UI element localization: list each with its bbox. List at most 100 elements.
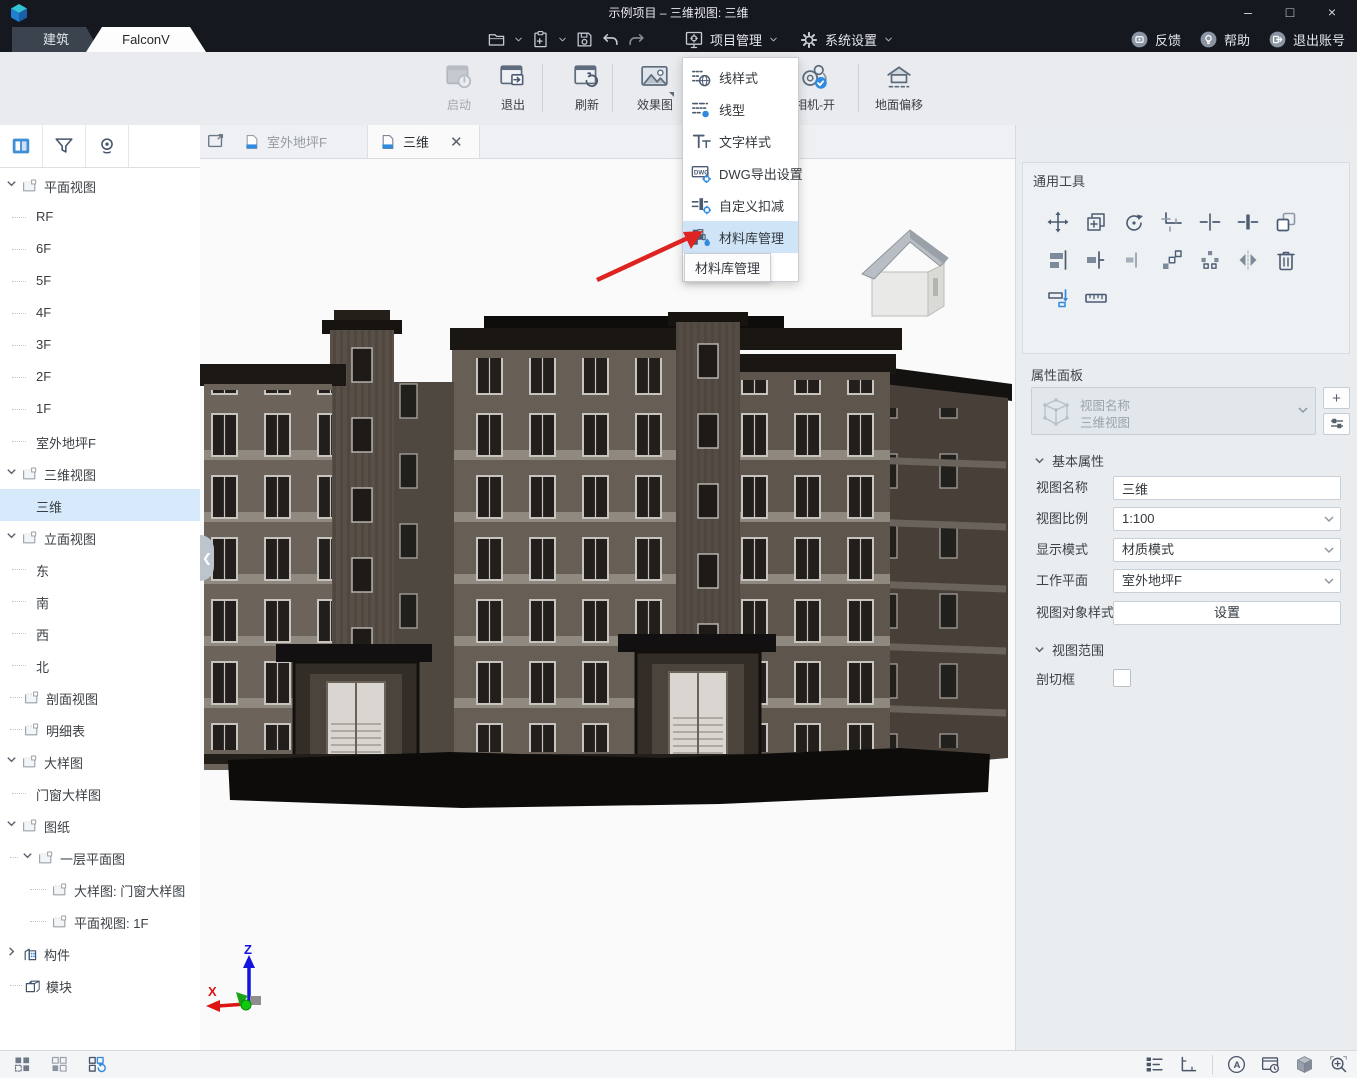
grid-refresh-button[interactable] xyxy=(86,1054,107,1075)
chevron-down-icon[interactable] xyxy=(6,530,17,541)
view-scale-select[interactable]: 1:100 xyxy=(1113,507,1341,531)
menu-item-自定义扣减[interactable]: 自定义扣减 xyxy=(683,189,798,221)
toolbar-ground-offset-button[interactable]: 地面偏移 xyxy=(868,60,930,118)
chevron-down-icon[interactable] xyxy=(6,466,17,477)
tree-item-立面视图[interactable]: 立面视图 xyxy=(0,521,200,553)
tool-trash-button[interactable] xyxy=(1267,241,1305,279)
open-folder-button[interactable] xyxy=(487,30,506,49)
tree-item-6F[interactable]: 6F xyxy=(0,233,200,265)
status-layers-list-button[interactable] xyxy=(1144,1054,1165,1075)
float-view-icon[interactable] xyxy=(206,131,226,151)
chevron-down-icon[interactable] xyxy=(6,178,17,189)
feedback-button[interactable]: 反馈 xyxy=(1130,30,1181,49)
help-button[interactable]: 帮助 xyxy=(1199,30,1250,49)
paste-clipboard-button[interactable] xyxy=(531,30,550,49)
grid-select-button[interactable] xyxy=(12,1054,33,1075)
tool-mirror-button[interactable] xyxy=(1229,241,1267,279)
model-viewport[interactable]: Z X xyxy=(200,158,1015,1050)
tree-item-4F[interactable]: 4F xyxy=(0,297,200,329)
tab-falconv[interactable]: FalconV xyxy=(86,27,206,52)
tool-copy-button[interactable] xyxy=(1077,203,1115,241)
sidebar-collapse-handle[interactable]: ❮ xyxy=(200,535,214,581)
tree-item-东[interactable]: 东 xyxy=(0,553,200,585)
view-tab-site[interactable]: 室外地坪F xyxy=(232,125,368,158)
filter-properties-button[interactable] xyxy=(1323,413,1350,435)
display-mode-select[interactable]: 材质模式 xyxy=(1113,538,1341,562)
menu-item-DWG导出设置[interactable]: DWGDWG导出设置 xyxy=(683,157,798,189)
object-style-settings-button[interactable]: 设置 xyxy=(1113,601,1341,625)
status-circle-a-button[interactable]: A xyxy=(1226,1054,1247,1075)
tool-array-diag-button[interactable] xyxy=(1153,241,1191,279)
section-box-checkbox[interactable] xyxy=(1113,669,1131,687)
tree-item-图纸[interactable]: 图纸 xyxy=(0,809,200,841)
add-property-button[interactable]: + xyxy=(1323,387,1350,409)
chevron-down-icon[interactable] xyxy=(22,850,33,861)
tree-item-平面视图[interactable]: 平面视图 xyxy=(0,169,200,201)
status-window-clock-button[interactable] xyxy=(1260,1054,1281,1075)
tree-item-2F[interactable]: 2F xyxy=(0,361,200,393)
close-tab-icon[interactable]: ✕ xyxy=(450,133,463,151)
close-button[interactable]: × xyxy=(1311,0,1353,27)
status-cube3d-button[interactable] xyxy=(1294,1054,1315,1075)
toolbar-render-image-button[interactable]: 效果图 xyxy=(624,60,686,118)
redo-button[interactable] xyxy=(627,30,646,49)
tool-move-button[interactable] xyxy=(1039,203,1077,241)
view-name-input[interactable] xyxy=(1113,476,1341,500)
element-selector[interactable]: 视图名称 三维视图 xyxy=(1031,387,1316,435)
menu-item-文字样式[interactable]: 文字样式 xyxy=(683,125,798,157)
tree-item-室外地坪F[interactable]: 室外地坪F xyxy=(0,425,200,457)
tool-trim-button[interactable] xyxy=(1153,203,1191,241)
tree-item-平面视图: 1F[interactable]: 平面视图: 1F xyxy=(0,905,200,937)
menu-item-材料库管理[interactable]: 材料库管理 xyxy=(683,221,798,253)
tool-rotate-button[interactable] xyxy=(1115,203,1153,241)
minimize-button[interactable]: – xyxy=(1227,0,1269,27)
tree-item-西[interactable]: 西 xyxy=(0,617,200,649)
section-view-range[interactable]: 视图范围 xyxy=(1034,640,1104,659)
status-crop-corner-button[interactable] xyxy=(1178,1054,1199,1075)
tree-item-大样图[interactable]: 大样图 xyxy=(0,745,200,777)
tree-item-南[interactable]: 南 xyxy=(0,585,200,617)
tree-item-模块[interactable]: 模块 xyxy=(0,969,200,1001)
tree-item-剖面视图[interactable]: 剖面视图 xyxy=(0,681,200,713)
work-plane-select[interactable]: 室外地坪F xyxy=(1113,569,1341,593)
undo-button[interactable] xyxy=(601,30,620,49)
toolbar-window-exit-button[interactable]: 退出 xyxy=(482,60,544,118)
maximize-button[interactable]: □ xyxy=(1269,0,1311,27)
chevron-down-icon[interactable] xyxy=(6,754,17,765)
chevron-down-icon[interactable] xyxy=(1297,404,1309,416)
tool-array-radial-button[interactable] xyxy=(1191,241,1229,279)
status-zoom-plus-button[interactable] xyxy=(1328,1054,1349,1075)
tool-align-right-button[interactable] xyxy=(1077,241,1115,279)
chevron-right-icon[interactable] xyxy=(6,946,17,957)
panel-columns-button[interactable] xyxy=(0,125,43,167)
tool-align-left-button[interactable] xyxy=(1115,241,1153,279)
tree-item-一层平面图[interactable]: 一层平面图 xyxy=(0,841,200,873)
system-settings-menu[interactable]: 系统设置 xyxy=(799,30,894,50)
tree-item-大样图: 门窗大样图[interactable]: 大样图: 门窗大样图 xyxy=(0,873,200,905)
menu-item-线型[interactable]: 线型 xyxy=(683,93,798,125)
tree-item-RF[interactable]: RF xyxy=(0,201,200,233)
tree-item-构件[interactable]: 构件 xyxy=(0,937,200,969)
tree-item-5F[interactable]: 5F xyxy=(0,265,200,297)
tool-offset-button[interactable] xyxy=(1039,279,1077,317)
tool-ruler-button[interactable] xyxy=(1077,279,1115,317)
tool-match-button[interactable] xyxy=(1267,203,1305,241)
project-manage-menu[interactable]: 项目管理 xyxy=(684,30,779,50)
view-tab-3d[interactable]: 三维 ✕ xyxy=(368,125,480,158)
filter-button[interactable] xyxy=(43,125,86,167)
tree-item-1F[interactable]: 1F xyxy=(0,393,200,425)
tool-align-stack-button[interactable] xyxy=(1039,241,1077,279)
toolbar-window-refresh-button[interactable]: 刷新 xyxy=(556,60,618,118)
tool-split-bar-button[interactable] xyxy=(1229,203,1267,241)
logout-button[interactable]: 退出账号 xyxy=(1268,30,1345,49)
locate-button[interactable] xyxy=(86,125,129,167)
tree-item-明细表[interactable]: 明细表 xyxy=(0,713,200,745)
grid-plain-button[interactable] xyxy=(49,1054,70,1075)
tree-item-门窗大样图[interactable]: 门窗大样图 xyxy=(0,777,200,809)
tree-item-3F[interactable]: 3F xyxy=(0,329,200,361)
tool-break-button[interactable] xyxy=(1191,203,1229,241)
save-button[interactable] xyxy=(575,30,594,49)
section-basic-properties[interactable]: 基本属性 xyxy=(1034,451,1104,470)
chevron-down-icon[interactable] xyxy=(6,818,17,829)
menu-item-线样式[interactable]: 线样式 xyxy=(683,61,798,93)
